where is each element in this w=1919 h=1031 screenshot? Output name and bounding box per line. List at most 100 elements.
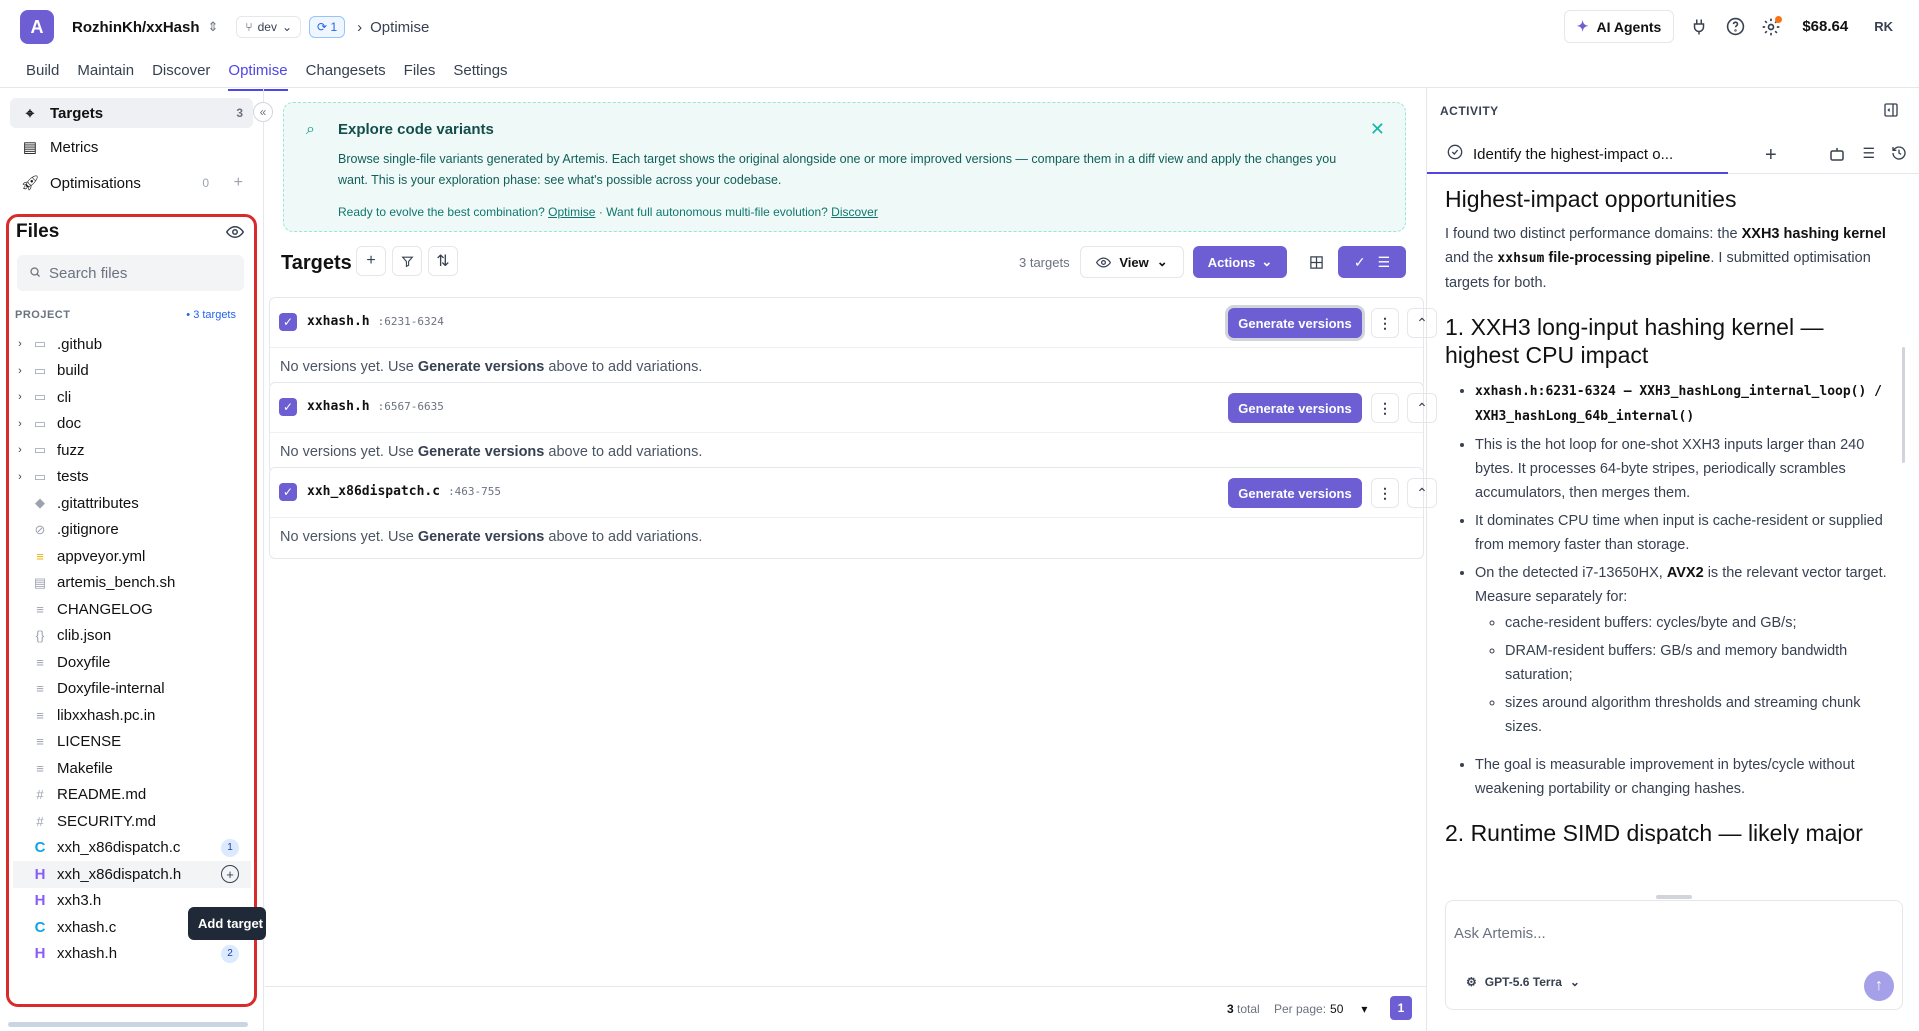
file-item[interactable]: ⊘ .gitignore	[13, 517, 251, 544]
sidebar-item-metrics[interactable]: ▤ Metrics	[10, 132, 253, 162]
file-item[interactable]: ≡ CHANGELOG	[13, 596, 251, 623]
send-button[interactable]: ↑	[1864, 971, 1894, 1001]
file-item[interactable]: ≡ libxxhash.pc.in	[13, 702, 251, 729]
settings-gear-icon[interactable]	[1760, 15, 1783, 38]
resize-handle[interactable]	[1656, 895, 1692, 899]
more-options-icon[interactable]: ⋮	[1371, 308, 1399, 338]
notification-dot	[1775, 15, 1783, 23]
ai-agents-label: AI Agents	[1596, 18, 1662, 35]
page-button[interactable]: 1	[1390, 996, 1412, 1020]
file-item[interactable]: Cxxh_x86dispatch.c 1	[13, 835, 251, 862]
activity-scrollbar[interactable]	[1902, 347, 1905, 463]
grid-view-icon[interactable]	[1301, 246, 1331, 278]
activity-tab[interactable]: Identify the highest-impact o...	[1427, 136, 1728, 174]
file-item[interactable]: ≡ Makefile	[13, 755, 251, 782]
list-icon[interactable]: ☰	[1862, 145, 1875, 166]
file-item[interactable]: {} clib.json	[13, 623, 251, 650]
select-all-button[interactable]: ✓ ☰	[1338, 246, 1406, 278]
folder-item[interactable]: › ▭ fuzz	[13, 437, 251, 464]
folder-item[interactable]: › ▭ .github	[13, 331, 251, 358]
branch-selector[interactable]: ⑂ dev ⌄	[236, 16, 302, 38]
target-checkbox[interactable]: ✓	[279, 398, 297, 416]
sort-icon[interactable]: ⇅	[428, 246, 458, 276]
c-file-icon: C	[34, 918, 46, 936]
balance[interactable]: $68.64	[1802, 18, 1848, 35]
add-optimisation-button[interactable]: +	[234, 174, 243, 192]
sidebar-horizontal-scrollbar[interactable]	[8, 1022, 248, 1027]
file-item[interactable]: Hxxhash.h 2	[13, 941, 251, 968]
chevron-right-icon[interactable]: ›	[13, 391, 27, 403]
file-item[interactable]: ≡ Doxyfile	[13, 649, 251, 676]
discover-link[interactable]: Discover	[831, 205, 878, 219]
more-options-icon[interactable]: ⋮	[1371, 478, 1399, 508]
text-file-icon: ≡	[36, 707, 44, 723]
generate-versions-button[interactable]: Generate versions	[1228, 393, 1362, 423]
target-card: ✓ xxhash.h:6231-6324 Generate versions ⋮…	[269, 297, 1437, 389]
file-item[interactable]: ◆ .gitattributes	[13, 490, 251, 517]
empty-versions-message: No versions yet. Use Generate versions a…	[280, 529, 703, 545]
chevron-down-icon: ⌄	[1156, 254, 1168, 269]
folder-item[interactable]: › ▭ tests	[13, 464, 251, 491]
history-icon[interactable]	[1891, 145, 1907, 166]
actions-button[interactable]: Actions ⌄	[1193, 246, 1287, 278]
avatar[interactable]: RK	[1874, 19, 1893, 34]
view-label: View	[1119, 254, 1149, 270]
folder-item[interactable]: › ▭ cli	[13, 384, 251, 411]
search-files-field[interactable]	[17, 255, 244, 291]
folder-item[interactable]: › ▭ doc	[13, 411, 251, 438]
file-name: README.md	[57, 786, 147, 804]
add-target-button[interactable]: +	[356, 246, 386, 276]
check-icon: ✓	[1353, 253, 1366, 270]
folder-item[interactable]: › ▭ build	[13, 358, 251, 385]
file-item[interactable]: ≡ LICENSE	[13, 729, 251, 756]
file-item[interactable]: # README.md	[13, 782, 251, 809]
target-checkbox[interactable]: ✓	[279, 483, 297, 501]
eye-icon[interactable]	[225, 223, 245, 244]
chevron-right-icon[interactable]: ›	[13, 444, 27, 456]
file-item[interactable]: ≡ appveyor.yml	[13, 543, 251, 570]
file-item[interactable]: # SECURITY.md	[13, 808, 251, 835]
file-item[interactable]: ≡ Doxyfile-internal	[13, 676, 251, 703]
sidebar-item-targets[interactable]: ⌖ Targets 3	[10, 98, 253, 128]
view-button[interactable]: View ⌄	[1080, 246, 1184, 278]
app-logo[interactable]: A	[20, 10, 54, 44]
model-selector[interactable]: ⚙︎ GPT-5.6 Terra ⌄	[1466, 975, 1580, 989]
generate-versions-button[interactable]: Generate versions	[1228, 308, 1362, 338]
new-tab-button[interactable]: +	[1765, 144, 1777, 167]
per-page-selector[interactable]: Per page: 50 ▾	[1274, 1002, 1367, 1016]
target-card: ✓ xxhash.h:6567-6635 Generate versions ⋮…	[269, 382, 1437, 474]
ai-agents-button[interactable]: ✦ AI Agents	[1563, 10, 1675, 43]
file-name: .github	[57, 335, 103, 353]
sidebar-item-optimisations[interactable]: 🚀︎ Optimisations 0 +	[10, 168, 253, 198]
filter-icon[interactable]	[392, 246, 422, 276]
collapse-sidebar-button[interactable]: «	[253, 102, 273, 122]
chevron-right-icon[interactable]: ›	[13, 365, 27, 377]
breadcrumb: › Optimise	[357, 19, 429, 36]
add-target-icon[interactable]: +	[221, 865, 239, 884]
panel-toggle-icon[interactable]	[1883, 102, 1899, 121]
optimise-link[interactable]: Optimise	[548, 205, 595, 219]
banner-footer-prefix: Ready to evolve the best combination?	[338, 205, 545, 219]
ask-artemis-input[interactable]	[1454, 925, 1854, 942]
chevron-right-icon[interactable]: ›	[13, 418, 27, 430]
diamond-file-icon: ◆	[35, 495, 45, 511]
bot-icon[interactable]	[1828, 145, 1846, 166]
chevron-right-icon[interactable]: ›	[13, 471, 27, 483]
target-checkbox[interactable]: ✓	[279, 313, 297, 331]
generate-versions-button[interactable]: Generate versions	[1228, 478, 1362, 508]
repo-switch-icon[interactable]: ⇕	[208, 19, 219, 35]
help-icon[interactable]	[1724, 16, 1746, 38]
close-icon[interactable]: ✕	[1370, 119, 1385, 140]
file-name: .gitattributes	[57, 494, 139, 512]
more-options-icon[interactable]: ⋮	[1371, 393, 1399, 423]
repo-name[interactable]: RozhinKh/xxHash	[72, 19, 200, 36]
search-files-input[interactable]	[49, 264, 229, 282]
sync-badge[interactable]: ⟳ 1	[309, 16, 346, 38]
file-item[interactable]: Hxxh_x86dispatch.h +	[13, 861, 251, 888]
plug-icon[interactable]	[1688, 16, 1710, 38]
markdown-file-icon: #	[36, 787, 44, 803]
file-item[interactable]: ▤ artemis_bench.sh	[13, 570, 251, 597]
total-count: 3 total	[1227, 1002, 1260, 1016]
ignore-file-icon: ⊘	[34, 521, 46, 537]
chevron-right-icon[interactable]: ›	[13, 338, 27, 350]
